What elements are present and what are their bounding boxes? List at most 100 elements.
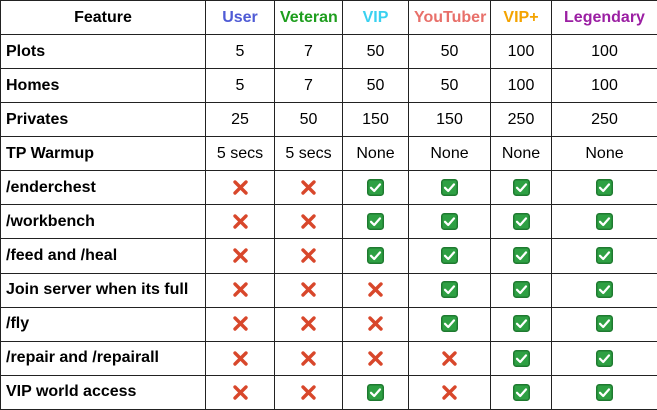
tier-cell (274, 306, 343, 342)
check-icon (596, 383, 613, 401)
tier-value: 100 (551, 68, 657, 104)
tier-cell (205, 170, 275, 206)
feature-name: TP Warmup (0, 136, 206, 172)
tier-cell (490, 306, 552, 342)
tier-cell (274, 374, 343, 410)
tier-cell (490, 238, 552, 274)
table-row: /workbench (0, 204, 657, 240)
feature-name: /fly (0, 306, 206, 342)
cross-icon (232, 350, 249, 367)
check-icon (512, 179, 530, 197)
tier-value: 50 (408, 33, 491, 70)
check-icon (596, 281, 613, 299)
tier-cell (551, 272, 657, 308)
check-icon (367, 179, 384, 197)
tier-cell (205, 340, 275, 376)
tier-cell (342, 272, 409, 308)
tier-value: 5 (205, 68, 275, 104)
cross-icon (300, 247, 317, 264)
tier-cell (342, 238, 409, 274)
feature-name: Plots (0, 33, 206, 70)
check-icon (512, 315, 530, 333)
tier-value: None (551, 136, 657, 172)
cross-icon (300, 384, 317, 401)
check-icon (441, 213, 458, 231)
tier-cell (408, 272, 491, 308)
cross-icon (300, 315, 317, 332)
tier-value: 100 (490, 68, 552, 104)
cross-icon (300, 350, 317, 367)
tier-value: 50 (274, 102, 343, 138)
table-row: /enderchest (0, 170, 657, 206)
cross-icon (441, 384, 458, 401)
check-icon (441, 281, 458, 299)
check-icon (596, 179, 613, 197)
cross-icon (367, 281, 384, 298)
check-icon (441, 247, 458, 265)
tier-value: 50 (408, 68, 491, 104)
tier-value: 7 (274, 33, 343, 70)
tier-cell (205, 238, 275, 274)
tier-value: 250 (551, 102, 657, 138)
tier-cell (408, 306, 491, 342)
tier-cell (342, 204, 409, 240)
cross-icon (441, 350, 458, 367)
tier-cell (408, 374, 491, 410)
feature-name: Join server when its full (0, 272, 206, 308)
header-tier-legendary: Legendary (551, 0, 657, 35)
tier-value: 50 (342, 33, 409, 70)
cross-icon (367, 315, 384, 332)
tier-value: 5 (205, 33, 275, 70)
tier-value: 25 (205, 102, 275, 138)
tier-cell (551, 306, 657, 342)
feature-name: /enderchest (0, 170, 206, 206)
header-row: Feature User Veteran VIP YouTuber VIP+ L… (0, 0, 657, 35)
tier-value: 150 (408, 102, 491, 138)
cross-icon (232, 384, 249, 401)
table-row: Homes 5 7 50 50 100 100 (0, 68, 657, 104)
check-icon (512, 247, 530, 265)
cross-icon (367, 350, 384, 367)
header-tier-youtuber: YouTuber (408, 0, 491, 35)
tier-cell (205, 204, 275, 240)
feature-name: /feed and /heal (0, 238, 206, 274)
header-tier-veteran: Veteran (274, 0, 343, 35)
cross-icon (232, 213, 249, 230)
tier-cell (342, 340, 409, 376)
tier-cell (551, 238, 657, 274)
tier-cell (490, 272, 552, 308)
feature-name: /workbench (0, 204, 206, 240)
tier-cell (551, 374, 657, 410)
tier-value: 7 (274, 68, 343, 104)
tier-value: 5 secs (274, 136, 343, 172)
tier-cell (408, 238, 491, 274)
tier-cell (205, 374, 275, 410)
tier-cell (205, 272, 275, 308)
table-row: Join server when its full (0, 272, 657, 308)
tier-value: 100 (551, 33, 657, 70)
feature-name: VIP world access (0, 374, 206, 410)
header-tier-vip: VIP (342, 0, 409, 35)
check-icon (596, 349, 613, 367)
feature-comparison-table: Feature User Veteran VIP YouTuber VIP+ L… (0, 0, 657, 410)
tier-cell (342, 306, 409, 342)
check-icon (596, 213, 613, 231)
tier-cell (342, 374, 409, 410)
tier-cell (274, 340, 343, 376)
header-feature: Feature (0, 0, 206, 35)
check-icon (596, 315, 613, 333)
tier-cell (551, 340, 657, 376)
table-row: /repair and /repairall (0, 340, 657, 376)
cross-icon (232, 247, 249, 264)
feature-name: /repair and /repairall (0, 340, 206, 376)
tier-cell (274, 272, 343, 308)
tier-value: 150 (342, 102, 409, 138)
header-tier-vip-plus: VIP+ (490, 0, 552, 35)
feature-name: Privates (0, 102, 206, 138)
cross-icon (232, 315, 249, 332)
table-row: VIP world access (0, 374, 657, 410)
feature-name: Homes (0, 68, 206, 104)
check-icon (512, 213, 530, 231)
check-icon (367, 247, 384, 265)
cross-icon (300, 179, 317, 196)
